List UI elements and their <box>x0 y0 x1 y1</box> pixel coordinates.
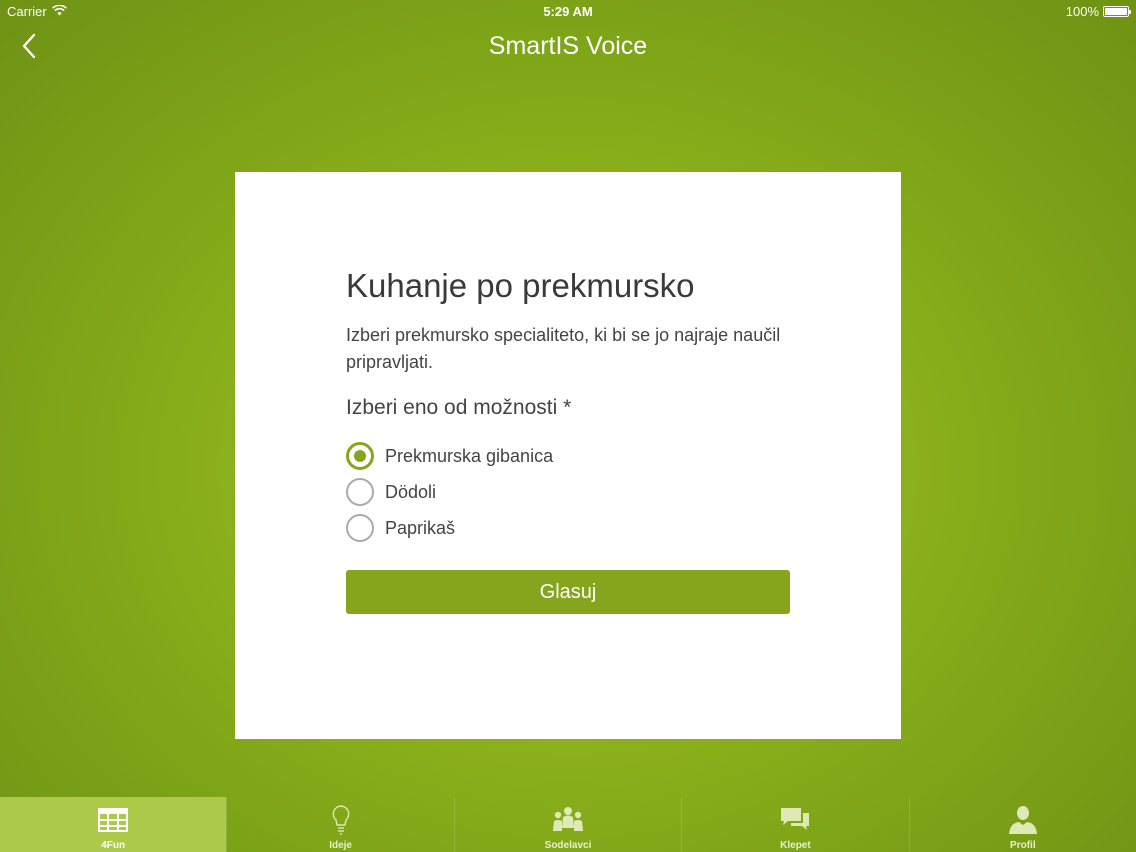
lightbulb-icon <box>331 803 351 837</box>
tab-label: Profil <box>1010 840 1036 851</box>
battery-icon <box>1103 6 1131 17</box>
tab-profil[interactable]: Profil <box>908 797 1136 852</box>
radio-button[interactable] <box>346 514 374 543</box>
tab-bar: 4Fun Ideje Sodelavci Klepet Profil <box>0 797 1136 852</box>
status-bar: Carrier 5:29 AM 100% <box>0 0 1136 22</box>
radio-button[interactable] <box>346 478 374 507</box>
vote-button[interactable]: Glasuj <box>346 570 790 615</box>
option-prekmurska-gibanica[interactable]: Prekmurska gibanica <box>346 438 790 474</box>
battery-percent: 100% <box>1065 4 1099 19</box>
poll-title: Kuhanje po prekmursko <box>346 267 695 304</box>
page-title: SmartIS Voice <box>488 32 648 60</box>
tab-sodelavci[interactable]: Sodelavci <box>453 797 681 852</box>
chat-icon <box>779 803 811 837</box>
tab-label: Sodelavci <box>544 840 592 851</box>
tab-label: Ideje <box>329 840 352 851</box>
option-label: Prekmurska gibanica <box>385 445 554 466</box>
option-paprikas[interactable]: Paprikaš <box>346 510 790 546</box>
table-icon <box>98 803 129 837</box>
status-right: 100% <box>1065 4 1131 19</box>
poll-options: Prekmurska gibanica Dödoli Paprikaš <box>346 438 790 546</box>
person-icon <box>1007 803 1039 837</box>
option-label: Dödoli <box>385 481 437 502</box>
poll-description: Izberi prekmursko specialiteto, ki bi se… <box>346 325 781 373</box>
tab-ideje[interactable]: Ideje <box>226 797 453 852</box>
tab-label: 4Fun <box>101 840 126 851</box>
tab-label: Klepet <box>780 840 811 851</box>
status-time: 5:29 AM <box>543 4 593 19</box>
tab-klepet[interactable]: Klepet <box>681 797 908 852</box>
poll-question: Izberi eno od možnosti * <box>346 396 572 420</box>
people-icon <box>552 803 584 837</box>
option-dodoli[interactable]: Dödoli <box>346 474 790 510</box>
poll-content: Kuhanje po prekmursko Izberi prekmursko … <box>346 267 790 615</box>
poll-card: Kuhanje po prekmursko Izberi prekmursko … <box>235 172 901 739</box>
option-label: Paprikaš <box>385 517 456 538</box>
nav-bar: SmartIS Voice <box>0 22 1136 72</box>
radio-button-selected[interactable] <box>346 442 374 471</box>
tab-4fun[interactable]: 4Fun <box>0 797 227 852</box>
